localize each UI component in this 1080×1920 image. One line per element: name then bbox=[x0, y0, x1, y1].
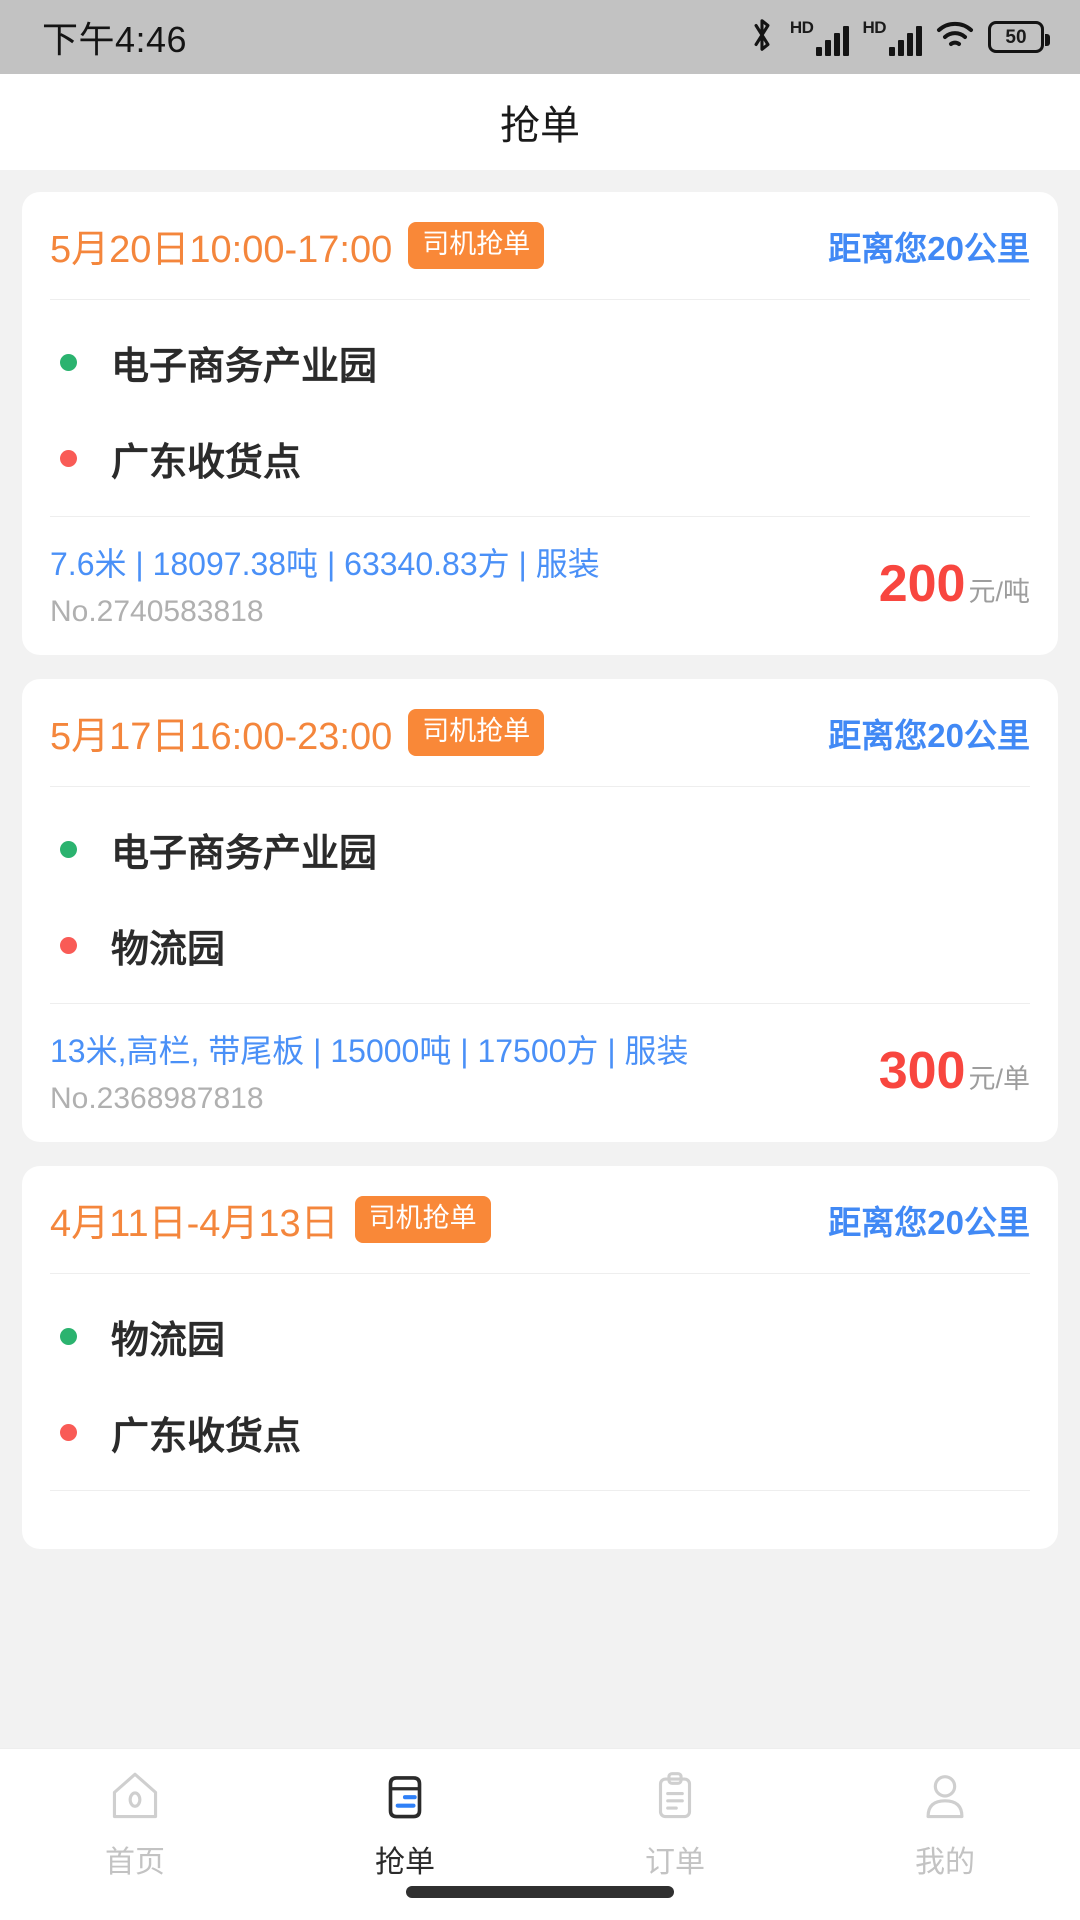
price-value: 300 bbox=[878, 1042, 966, 1100]
order-grab-box-icon bbox=[376, 1767, 434, 1825]
origin-name: 物流园 bbox=[111, 1319, 226, 1362]
origin-name: 电子商务产业园 bbox=[111, 832, 378, 875]
order-list[interactable]: 5月20日10:00-17:00 司机抢单 距离您20公里 电子商务产业园 广东… bbox=[0, 170, 1080, 1748]
tab-orders-label: 订单 bbox=[645, 1846, 705, 1879]
origin-dot-icon bbox=[60, 353, 77, 371]
origin-dot-icon bbox=[60, 1327, 77, 1345]
order-route: 物流园 广东收货点 bbox=[50, 1274, 1030, 1490]
route-destination-row: 广东收货点 bbox=[50, 410, 1030, 506]
battery-level: 50 bbox=[1005, 26, 1027, 48]
order-card-footer bbox=[50, 1490, 1030, 1549]
destination-name: 广东收货点 bbox=[111, 441, 302, 484]
price-unit: 元/吨 bbox=[968, 577, 1030, 607]
wifi-icon bbox=[935, 18, 975, 57]
status-badge: 司机抢单 bbox=[354, 1196, 491, 1243]
destination-name: 物流园 bbox=[111, 928, 226, 971]
bottom-navigation: 首页 抢单 订单 我的 bbox=[0, 1748, 1080, 1920]
order-card-header: 5月17日16:00-23:00 司机抢单 距离您20公里 bbox=[50, 679, 1030, 787]
order-card-footer: 7.6米 | 18097.38吨 | 63340.83方 | 服装 No.274… bbox=[50, 516, 1030, 655]
order-number: No.2740583818 bbox=[50, 595, 264, 628]
destination-dot-icon bbox=[60, 936, 77, 954]
hd-label: HD bbox=[789, 17, 814, 37]
price-unit: 元/单 bbox=[968, 1064, 1030, 1094]
destination-name: 广东收货点 bbox=[111, 1415, 302, 1458]
hd-signal-icon-2: HD bbox=[862, 19, 922, 56]
home-indicator[interactable] bbox=[406, 1886, 674, 1898]
bluetooth-icon bbox=[747, 16, 777, 59]
status-badge: 司机抢单 bbox=[408, 222, 545, 269]
person-icon bbox=[916, 1767, 974, 1825]
order-number: No.2368987818 bbox=[50, 1082, 264, 1115]
order-price: 300 元/单 bbox=[879, 1045, 1030, 1097]
destination-dot-icon bbox=[60, 1423, 77, 1441]
order-card[interactable]: 4月11日-4月13日 司机抢单 距离您20公里 物流园 广东收货点 bbox=[22, 1166, 1058, 1549]
hd-label-2: HD bbox=[862, 17, 886, 37]
order-route: 电子商务产业园 广东收货点 bbox=[50, 300, 1030, 516]
tab-grab-order[interactable]: 抢单 bbox=[270, 1767, 540, 1881]
order-price: 200 元/吨 bbox=[879, 558, 1030, 610]
tab-profile[interactable]: 我的 bbox=[810, 1767, 1080, 1881]
price-value: 200 bbox=[878, 555, 966, 613]
order-spec-column: 7.6米 | 18097.38吨 | 63340.83方 | 服装 No.274… bbox=[50, 539, 875, 629]
order-date: 4月11日-4月13日 bbox=[50, 1203, 339, 1245]
status-icons: HD HD 50 bbox=[747, 16, 1050, 59]
order-card-header: 5月20日10:00-17:00 司机抢单 距离您20公里 bbox=[50, 192, 1030, 300]
status-bar: 下午4:46 HD HD 50 bbox=[0, 0, 1080, 74]
order-route: 电子商务产业园 物流园 bbox=[50, 787, 1030, 1003]
page-title: 抢单 bbox=[500, 104, 580, 148]
hd-signal-icon: HD bbox=[790, 19, 850, 56]
order-date: 5月20日10:00-17:00 bbox=[50, 229, 393, 271]
home-icon bbox=[106, 1767, 164, 1825]
tab-home-label: 首页 bbox=[105, 1846, 165, 1879]
battery-icon: 50 bbox=[988, 21, 1050, 53]
order-distance: 距离您20公里 bbox=[828, 716, 1030, 754]
destination-dot-icon bbox=[60, 449, 77, 467]
route-destination-row: 广东收货点 bbox=[50, 1384, 1030, 1480]
clipboard-icon bbox=[646, 1767, 704, 1825]
status-time: 下午4:46 bbox=[42, 19, 188, 60]
tab-grab-order-label: 抢单 bbox=[375, 1846, 435, 1879]
order-spec-column bbox=[50, 1513, 1023, 1523]
origin-name: 电子商务产业园 bbox=[111, 345, 378, 388]
route-destination-row: 物流园 bbox=[50, 897, 1030, 993]
order-date: 5月17日16:00-23:00 bbox=[50, 716, 393, 758]
route-origin-row: 物流园 bbox=[50, 1288, 1030, 1384]
origin-dot-icon bbox=[60, 840, 77, 858]
order-card-header: 4月11日-4月13日 司机抢单 距离您20公里 bbox=[50, 1166, 1030, 1274]
page-header: 抢单 bbox=[0, 74, 1080, 170]
order-spec-column: 13米,高栏, 带尾板 | 15000吨 | 17500方 | 服装 No.23… bbox=[50, 1026, 875, 1116]
order-spec: 13米,高栏, 带尾板 | 15000吨 | 17500方 | 服装 bbox=[50, 1033, 689, 1069]
tab-orders[interactable]: 订单 bbox=[540, 1767, 810, 1881]
status-badge: 司机抢单 bbox=[408, 709, 545, 756]
tab-home[interactable]: 首页 bbox=[0, 1767, 270, 1881]
order-card[interactable]: 5月17日16:00-23:00 司机抢单 距离您20公里 电子商务产业园 物流… bbox=[22, 679, 1058, 1142]
signal-bars bbox=[816, 22, 850, 56]
route-origin-row: 电子商务产业园 bbox=[50, 314, 1030, 410]
order-distance: 距离您20公里 bbox=[828, 1203, 1030, 1241]
order-card[interactable]: 5月20日10:00-17:00 司机抢单 距离您20公里 电子商务产业园 广东… bbox=[22, 192, 1058, 655]
tab-profile-label: 我的 bbox=[915, 1846, 975, 1879]
order-card-footer: 13米,高栏, 带尾板 | 15000吨 | 17500方 | 服装 No.23… bbox=[50, 1003, 1030, 1142]
order-spec: 7.6米 | 18097.38吨 | 63340.83方 | 服装 bbox=[50, 546, 600, 582]
signal-bars-2 bbox=[889, 22, 922, 56]
order-distance: 距离您20公里 bbox=[828, 229, 1030, 267]
route-origin-row: 电子商务产业园 bbox=[50, 801, 1030, 897]
